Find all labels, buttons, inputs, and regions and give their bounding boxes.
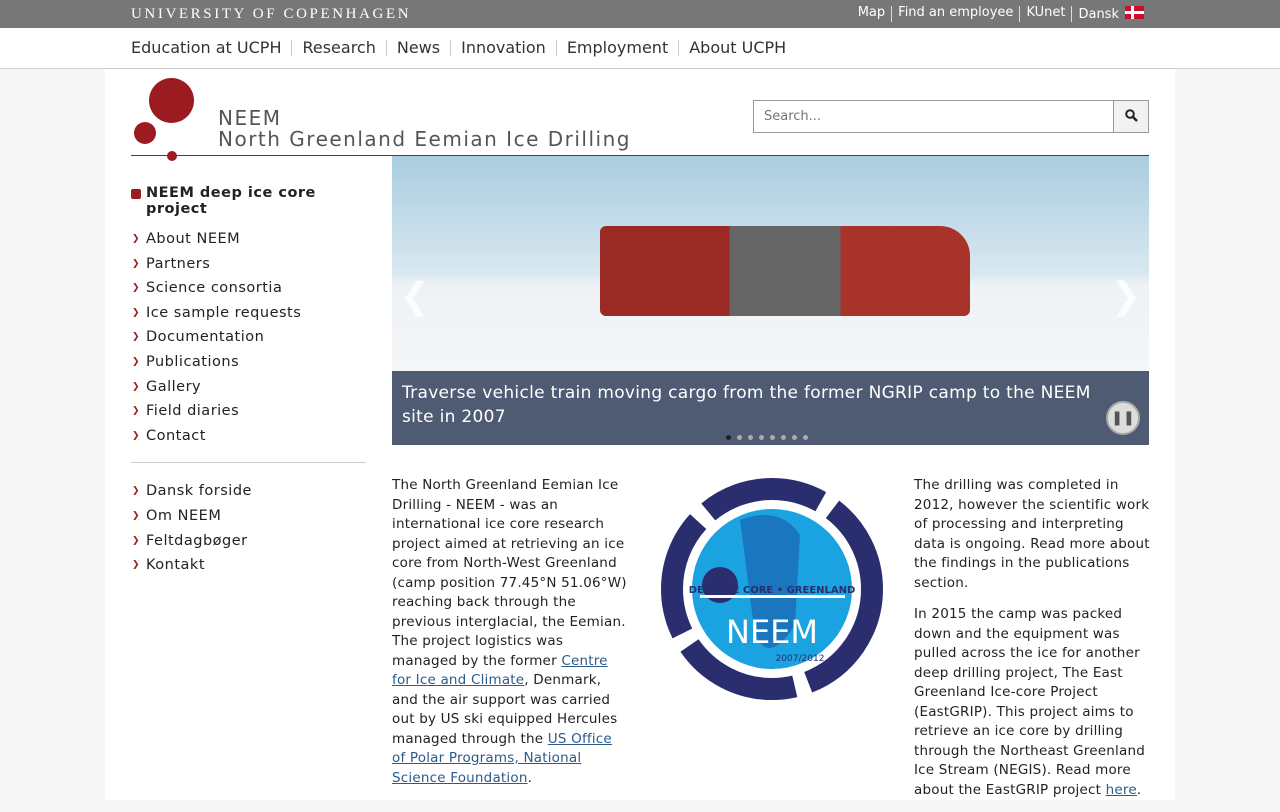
prev-arrow-icon[interactable]: ❮ [400,276,430,317]
sidebar: NEEM deep ice core project About NEEM Pa… [131,185,366,582]
top-links: Map Find an employee KUnet Dansk [852,6,1150,22]
slide-dot[interactable] [759,435,764,440]
ucph-seal-icon[interactable] [149,78,194,123]
pause-button[interactable]: ❚❚ [1106,401,1140,435]
slide-dot[interactable] [803,435,808,440]
slide-dot[interactable] [781,435,786,440]
map-link[interactable]: Map [852,6,891,22]
slide-dots [726,435,808,440]
slide-dot[interactable] [737,435,742,440]
svg-text:NEEM: NEEM [726,613,818,651]
intro-text: The North Greenland Eemian Ice Drilling … [392,477,627,786]
main-nav: Education at UCPH Research News Innovati… [0,28,1280,69]
slide-dot[interactable] [770,435,775,440]
sidebar-item-kontakt[interactable]: Kontakt [131,557,366,582]
dansk-link[interactable]: Dansk [1071,6,1150,22]
slide-dot[interactable] [792,435,797,440]
dansk-label: Dansk [1078,7,1119,22]
decor-dot [134,122,156,144]
next-arrow-icon[interactable]: ❯ [1111,276,1141,317]
kunet-link[interactable]: KUnet [1019,6,1071,22]
nav-employment[interactable]: Employment [555,40,678,56]
nav-research[interactable]: Research [291,40,385,56]
sidebar-item-gallery[interactable]: Gallery [131,379,366,404]
search-input[interactable] [754,101,1113,132]
slide-vehicle [600,226,970,316]
nav-innovation[interactable]: Innovation [450,40,556,56]
info-text-1: The drilling was completed in 2012, howe… [914,477,1150,591]
sidebar-item-partners[interactable]: Partners [131,256,366,281]
sidebar-item-ice-sample[interactable]: Ice sample requests [131,305,366,330]
search-icon [1124,108,1138,122]
top-bar: UNIVERSITY OF COPENHAGEN Map Find an emp… [0,0,1280,28]
info-column: The drilling was completed in 2012, howe… [914,476,1150,812]
sidebar-divider [131,462,366,464]
sidebar-item-science[interactable]: Science consortia [131,280,366,305]
sidebar-item-field-diaries[interactable]: Field diaries [131,403,366,428]
sidebar-item-contact[interactable]: Contact [131,428,366,453]
site-title[interactable]: North Greenland Eemian Ice Drilling [218,127,631,151]
page-container: NEEM North Greenland Eemian Ice Drilling… [105,69,1175,800]
svg-text:DEEP ICE CORE • GREENLAND: DEEP ICE CORE • GREENLAND [689,585,856,596]
sidebar-item-feltdagboger[interactable]: Feltdagbøger [131,533,366,558]
decor-dot [167,151,177,161]
sidebar-heading[interactable]: NEEM deep ice core project [131,185,366,217]
university-logo-text[interactable]: UNIVERSITY OF COPENHAGEN [131,6,411,23]
nav-education[interactable]: Education at UCPH [131,40,291,56]
nav-about[interactable]: About UCPH [678,40,796,56]
slide-caption: Traverse vehicle train moving cargo from… [392,371,1149,445]
search-box [753,100,1149,133]
intro-column: The North Greenland Eemian Ice Drilling … [392,476,628,800]
neem-logo: DEEP ICE CORE • GREENLAND NEEM 2007/2012 [661,478,883,700]
sidebar-item-documentation[interactable]: Documentation [131,329,366,354]
eastgrip-link[interactable]: here [1106,782,1137,798]
danish-flag-icon [1125,6,1144,19]
nav-news[interactable]: News [385,40,450,56]
info-text-2: In 2015 the camp was packed down and the… [914,606,1145,798]
sidebar-item-om-neem[interactable]: Om NEEM [131,508,366,533]
image-slider: ❮ ❯ Traverse vehicle train moving cargo … [392,156,1149,445]
sidebar-item-dansk-forside[interactable]: Dansk forside [131,483,366,508]
find-employee-link[interactable]: Find an employee [891,6,1019,22]
sidebar-item-publications[interactable]: Publications [131,354,366,379]
slide-dot[interactable] [748,435,753,440]
slide-dot[interactable] [726,435,731,440]
sidebar-item-about[interactable]: About NEEM [131,231,366,256]
svg-text:2007/2012: 2007/2012 [776,654,825,664]
search-button[interactable] [1113,101,1148,132]
